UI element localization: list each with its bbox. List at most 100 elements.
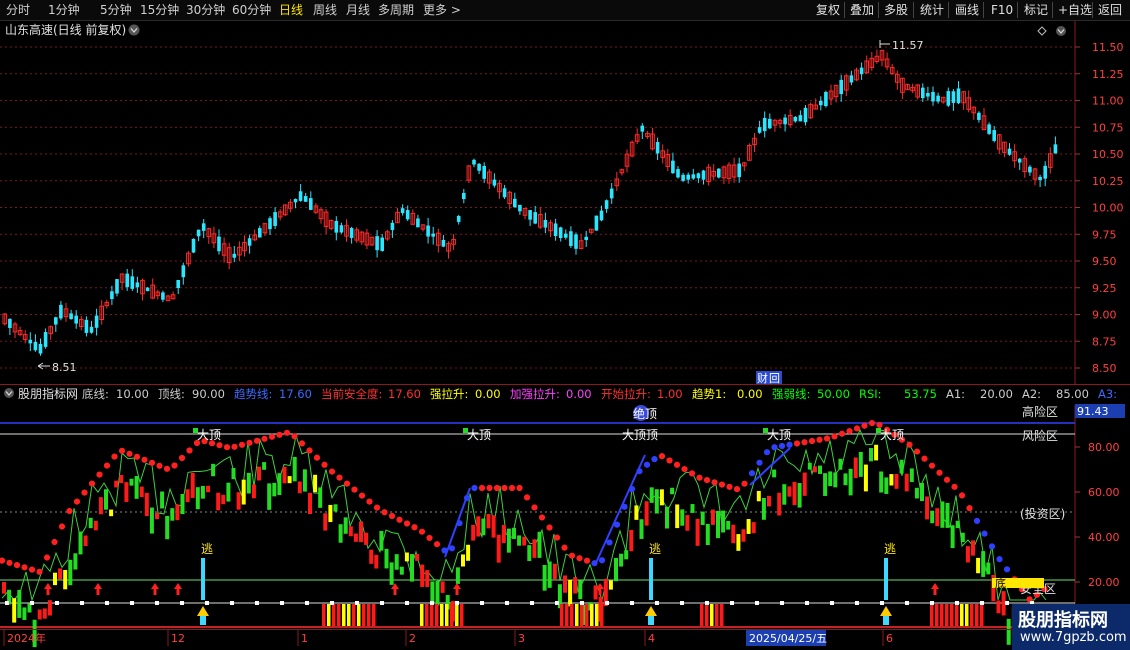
diamond-icon[interactable] xyxy=(1037,26,1047,36)
histogram-bar xyxy=(83,535,88,547)
candle-body xyxy=(543,219,548,228)
signal-escape-label: 逃 xyxy=(649,542,661,556)
trend-dot xyxy=(111,453,118,460)
baseline-square xyxy=(480,601,484,605)
histogram-bar xyxy=(537,531,542,558)
trend-dot xyxy=(118,447,126,454)
title-dropdown-icon[interactable] xyxy=(128,24,140,36)
candle-body xyxy=(824,91,828,107)
candle-body xyxy=(441,239,446,247)
indicator-menu-icon[interactable] xyxy=(4,388,14,398)
histogram-bar xyxy=(695,518,700,546)
bottom-band-bar xyxy=(455,604,459,626)
candle-body xyxy=(798,115,803,122)
trend-dot xyxy=(6,559,13,566)
trend-dot xyxy=(13,562,21,569)
chart-menu-icon[interactable] xyxy=(1056,26,1066,36)
candle-body xyxy=(110,291,114,300)
histogram-bar xyxy=(175,504,180,521)
watermark-url: www.7gpzb.com xyxy=(1020,630,1127,645)
candle-body xyxy=(492,179,497,186)
candle-body xyxy=(298,191,303,201)
trend-dot xyxy=(501,484,508,492)
baseline-square xyxy=(805,601,809,605)
candle-body xyxy=(28,339,33,344)
bottom-band-bar xyxy=(970,604,974,626)
main-chart-title: 山东高速(日线 前复权) xyxy=(5,22,126,37)
trend-dot xyxy=(268,433,276,440)
bottom-band-bar xyxy=(560,604,564,626)
trend-dot xyxy=(823,435,831,442)
indicator-param-label: 强拉升: xyxy=(430,387,468,401)
baseline-square xyxy=(655,601,659,605)
signal-up-arrow xyxy=(44,583,52,595)
histogram-bar xyxy=(185,489,190,503)
trend-dot xyxy=(358,492,366,499)
histogram-bar xyxy=(756,490,761,502)
trend-dot xyxy=(973,517,981,525)
histogram-bar xyxy=(767,495,771,507)
histogram-bar xyxy=(649,487,654,503)
histogram-bar xyxy=(527,545,532,561)
trend-dot xyxy=(298,440,306,447)
chart-canvas[interactable]: 11.5011.2511.0010.7510.5010.2510.009.759… xyxy=(0,0,1130,650)
histogram-bar xyxy=(608,580,613,590)
trend-dot xyxy=(313,454,321,461)
indicator-param-value: 50.00 xyxy=(817,387,850,401)
trend-dot xyxy=(666,457,673,464)
trend-dot xyxy=(163,465,171,472)
histogram-bar xyxy=(461,554,465,567)
candle-body xyxy=(558,227,563,238)
indicator-param-value: 1.00 xyxy=(657,387,683,401)
trend-dot xyxy=(21,564,28,571)
histogram-bar xyxy=(42,608,47,619)
histogram-bar xyxy=(792,481,797,506)
trend-dot xyxy=(778,442,786,450)
histogram-bar xyxy=(481,518,486,536)
candle-body xyxy=(936,95,940,102)
histogram-bar xyxy=(879,471,884,493)
signal-up-arrow xyxy=(174,583,182,595)
candle-body xyxy=(74,315,78,324)
candle-body xyxy=(303,196,308,202)
candle-body xyxy=(196,229,201,237)
candle-body xyxy=(691,174,696,179)
candle-body xyxy=(528,210,532,220)
baseline-square xyxy=(680,601,684,605)
histogram-bar xyxy=(746,519,751,534)
histogram-bar xyxy=(777,492,782,516)
candle-body xyxy=(59,304,63,319)
histogram-bar xyxy=(721,510,726,533)
baseline-square xyxy=(730,601,734,605)
indicator-param-value: 17.60 xyxy=(388,387,421,401)
baseline-square xyxy=(305,601,309,605)
histogram-bar xyxy=(797,483,802,508)
histogram-bar xyxy=(512,527,516,539)
histogram-bar xyxy=(144,492,149,517)
y-tick-label: 9.50 xyxy=(1092,255,1117,268)
histogram-bar xyxy=(751,522,756,534)
histogram-bar xyxy=(894,474,899,489)
histogram-bar xyxy=(78,531,83,555)
indicator-param-label: 开始拉升: xyxy=(601,387,651,401)
candle-body xyxy=(502,188,507,198)
date-label: 3 xyxy=(518,632,525,645)
trend-dot xyxy=(433,541,441,548)
trend-dot xyxy=(906,441,913,448)
baseline-square xyxy=(205,601,209,605)
trend-dot xyxy=(493,484,501,492)
trend-dot xyxy=(156,462,163,469)
bottom-band-bar xyxy=(565,604,569,626)
bottom-band-bar xyxy=(367,604,371,626)
trend-dot xyxy=(771,444,778,451)
histogram-bar xyxy=(231,468,236,480)
histogram-bar xyxy=(160,491,165,509)
trend-dot xyxy=(321,461,328,468)
signal-escape-bar xyxy=(201,558,205,600)
histogram-bar xyxy=(496,534,501,563)
bottom-band-bar xyxy=(975,604,979,626)
ind-y-tick-label: 40.00 xyxy=(1088,531,1120,544)
histogram-bar xyxy=(313,474,318,493)
histogram-bar xyxy=(517,535,522,546)
y-tick-label: 10.00 xyxy=(1092,202,1124,215)
